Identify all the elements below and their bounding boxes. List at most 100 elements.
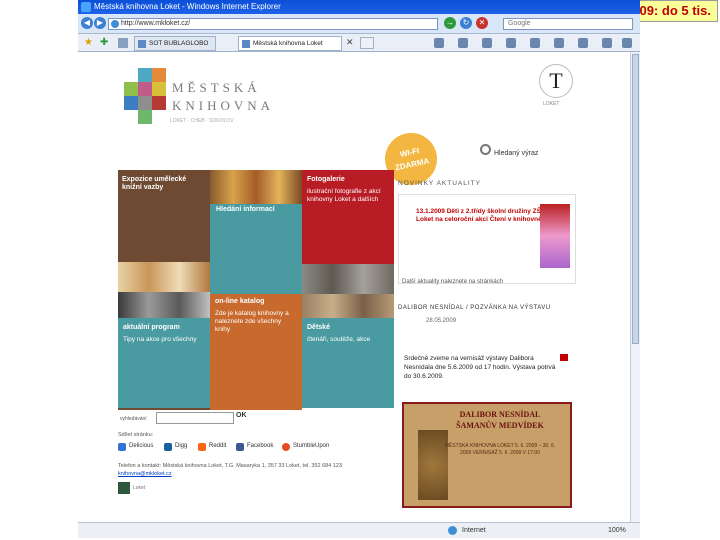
address-input[interactable]: http://www.mkloket.cz/ xyxy=(108,18,438,30)
tab-favicon xyxy=(242,40,250,48)
add-favorites-icon[interactable]: ✚ xyxy=(100,37,108,48)
extra-icon[interactable] xyxy=(622,38,632,48)
tile-expozice-label: Expozice umělecké knižní vazby xyxy=(122,176,187,191)
page-menu-icon[interactable] xyxy=(506,38,516,48)
news-thumbnail[interactable] xyxy=(540,204,570,268)
contact-line: Telefon a kontakt: Městská knihovna Loke… xyxy=(118,463,343,469)
tile-detske[interactable]: Dětské čtenáři, soutěže, akce xyxy=(302,318,394,408)
back-icon[interactable]: ◀ xyxy=(81,17,93,29)
zoom-level[interactable]: 100% xyxy=(608,523,626,538)
share-label-facebook: Facebook xyxy=(247,443,274,449)
help-icon[interactable] xyxy=(554,38,564,48)
search-link[interactable]: Hledaný výraz xyxy=(480,144,539,157)
tab-bar: ★ ✚ SOT BUBLAGLOBO Městská knihovna Loke… xyxy=(78,34,640,52)
window-titlebar: Městská knihovna Loket - Windows Interne… xyxy=(78,0,640,14)
footer-badge-icon[interactable] xyxy=(118,482,130,494)
news-more-link[interactable]: Další aktuality naleznete na stránkách xyxy=(402,279,503,285)
share-delicious[interactable]: Delicious xyxy=(118,443,153,451)
poster-subtitle: MĚSTSKÁ KNIHOVNA LOKET 5. 6. 2009 – 30. … xyxy=(444,443,556,456)
contact-text: Telefon a kontakt: Městská knihovna Loke… xyxy=(118,462,378,478)
exhibition-tabs[interactable]: DALIBOR NESNÍDAL / POZVÁNKA NA VÝSTAVU xyxy=(398,305,568,311)
share-label: Sdílet stránku: xyxy=(118,432,154,438)
tile-online[interactable]: on-line katalog Zde je katalog knihovny … xyxy=(210,294,302,410)
logo-tagline: LOKET · CHEB · SOKOLOV xyxy=(170,118,234,124)
status-zone: Internet xyxy=(462,527,486,534)
tab-knihovna[interactable]: Městská knihovna Loket xyxy=(238,36,342,51)
site-search-input[interactable] xyxy=(156,412,234,424)
tile-online-text: Zde je katalog knihovny a naleznete zde … xyxy=(215,310,289,333)
forward-icon[interactable]: ▶ xyxy=(94,17,106,29)
partner-logo[interactable]: T xyxy=(539,64,573,98)
share-facebook[interactable]: Facebook xyxy=(236,443,274,451)
share-label-reddit: Reddit xyxy=(209,443,227,449)
bear-illustration xyxy=(418,430,448,500)
go-icon[interactable]: → xyxy=(444,17,456,29)
photo-shelves xyxy=(302,294,394,318)
delicious-icon xyxy=(118,443,126,451)
logo-line1: MĚSTSKÁ xyxy=(172,80,261,95)
logo-line2: KNIHOVNA xyxy=(172,98,275,113)
feeds-icon[interactable] xyxy=(458,38,468,48)
ie-icon xyxy=(81,2,91,12)
slide: Biblioweb 2009: do 5 tis. Městská knihov… xyxy=(0,0,720,540)
photo-dolls xyxy=(210,170,302,204)
close-tab-icon[interactable]: ✕ xyxy=(346,37,354,48)
share-stumbleupon[interactable]: StumbleUpon xyxy=(282,443,330,451)
contact-email-link[interactable]: knihovna@mkloket.cz xyxy=(118,471,172,477)
search-input[interactable]: Google xyxy=(503,18,633,30)
new-tab-icon[interactable] xyxy=(360,37,374,49)
tab-label: Městská knihovna Loket xyxy=(253,40,323,47)
tools-menu-icon[interactable] xyxy=(530,38,540,48)
vertical-scrollbar[interactable] xyxy=(630,52,640,522)
stop-icon[interactable]: ✕ xyxy=(476,17,488,29)
tab-sot[interactable]: SOT BUBLAGLOBO xyxy=(134,36,216,51)
tab-favicon xyxy=(138,40,146,48)
search-link-label: Hledaný výraz xyxy=(494,150,539,157)
share-digg[interactable]: Digg xyxy=(164,443,188,451)
print-icon[interactable] xyxy=(482,38,492,48)
tile-aktualni[interactable]: aktuální program Tipy na akce pro všechn… xyxy=(118,318,210,408)
home-icon[interactable] xyxy=(434,38,444,48)
exhibition-date: 28.05.2009 xyxy=(426,318,457,324)
messenger-icon[interactable] xyxy=(602,38,612,48)
news-headline[interactable]: 13.1.2009 Děti z 2.třídy školní družiny … xyxy=(416,208,556,224)
share-label-stumbleupon: StumbleUpon xyxy=(293,443,330,449)
news-heading: NOVINKY AKTUALITY xyxy=(398,180,481,187)
research-icon[interactable] xyxy=(578,38,588,48)
status-bar: Internet 100% xyxy=(78,522,640,538)
tab-list-icon[interactable] xyxy=(118,38,128,48)
digg-icon xyxy=(164,443,172,451)
partner-label: LOKET xyxy=(543,101,560,107)
tab-label: SOT BUBLAGLOBO xyxy=(149,40,209,47)
address-toolbar: ◀ ▶ http://www.mkloket.cz/ → ↻ ✕ Google xyxy=(78,14,640,34)
poster-title1: DALIBOR NESNÍDAL xyxy=(459,410,541,419)
magnifier-icon xyxy=(480,144,491,155)
share-label-digg: Digg xyxy=(175,443,188,449)
more-arrow-icon[interactable] xyxy=(560,354,568,361)
tile-fotogalerie-text: ilustrační fotografie z akcí knihovny Lo… xyxy=(307,188,381,203)
library-logo-mark xyxy=(124,66,170,128)
reddit-icon xyxy=(198,443,206,451)
scroll-thumb[interactable] xyxy=(632,54,639,344)
tile-hledani[interactable]: Hledání informací xyxy=(210,204,302,294)
address-text: http://www.mkloket.cz/ xyxy=(121,20,191,27)
search-placeholder: Google xyxy=(508,20,531,27)
tile-aktualni-label: aktuální program xyxy=(123,324,180,331)
site-search-button[interactable]: OK xyxy=(236,412,247,419)
favorites-star-icon[interactable]: ★ xyxy=(84,37,93,48)
page-icon xyxy=(111,20,119,28)
tile-fotogalerie[interactable]: Fotogalerie ilustrační fotografie z akcí… xyxy=(302,170,394,264)
footer-badge-label: Loket xyxy=(133,485,146,491)
window-title: Městská knihovna Loket - Windows Interne… xyxy=(94,2,281,11)
poster-title2: ŠAMANŮV MEDVÍDEK xyxy=(456,421,544,430)
tile-hledani-label: Hledání informací xyxy=(216,206,275,213)
tile-aktualni-text: Tipy na akce pro všechny xyxy=(123,336,197,343)
share-reddit[interactable]: Reddit xyxy=(198,443,227,451)
internet-zone-icon xyxy=(448,526,457,535)
exhibition-text: Srdečně zveme na vernisáž výstavy Dalibo… xyxy=(404,355,556,380)
tile-fotogalerie-label: Fotogalerie xyxy=(307,176,345,183)
tile-detske-text: čtenáři, soutěže, akce xyxy=(307,336,371,343)
photo-wood xyxy=(118,262,210,292)
refresh-icon[interactable]: ↻ xyxy=(460,17,472,29)
facebook-icon xyxy=(236,443,244,451)
